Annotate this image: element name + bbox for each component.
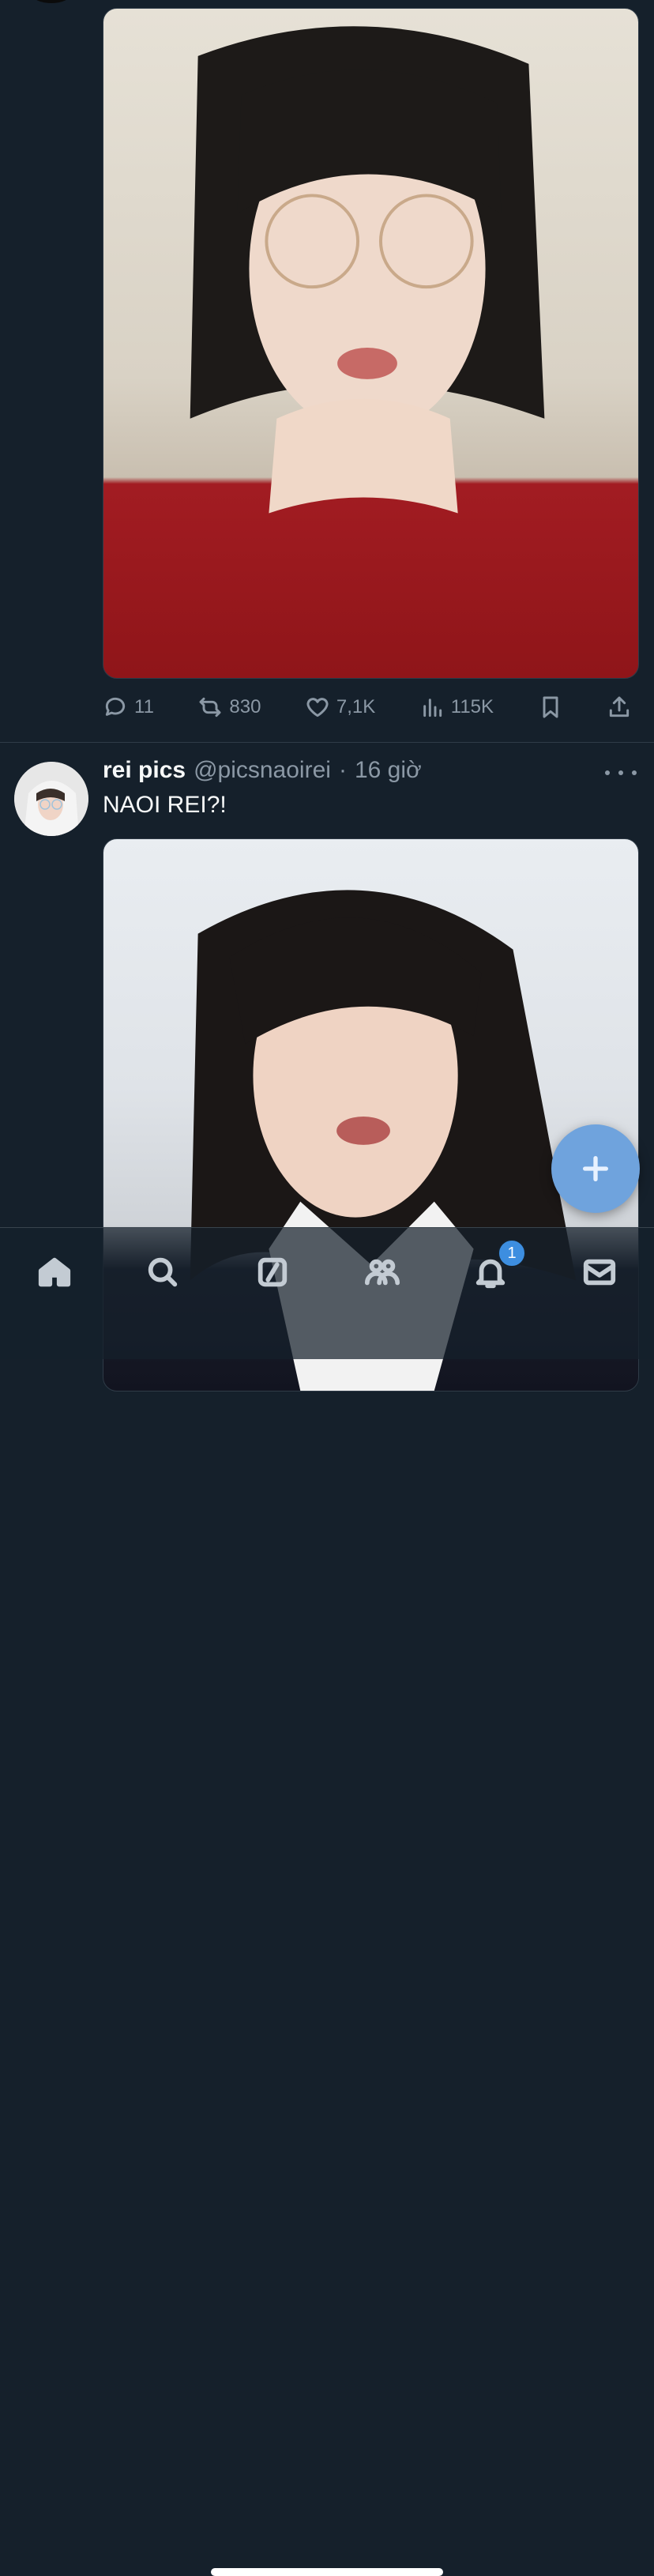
compose-button[interactable]: [551, 1124, 640, 1213]
views-button[interactable]: 115K: [419, 695, 494, 720]
tweet-timestamp[interactable]: 16 giờ: [355, 757, 422, 784]
bookmark-button[interactable]: [538, 695, 563, 720]
avatar[interactable]: [14, 762, 88, 836]
search-icon: [148, 1257, 178, 1287]
user-handle[interactable]: @picsnaoirei: [194, 757, 331, 784]
nav-messages[interactable]: [576, 1248, 623, 1296]
previous-tweet-avatar[interactable]: [32, 0, 71, 3]
grok-icon: [257, 1257, 288, 1287]
views-icon: [423, 699, 442, 717]
tweet-action-bar: 11 830 7,1K 115K: [103, 691, 632, 723]
nav-communities[interactable]: [359, 1248, 406, 1296]
like-button[interactable]: 7,1K: [305, 695, 375, 720]
reply-count: 11: [134, 696, 154, 717]
views-count: 115K: [450, 696, 494, 717]
more-options-button[interactable]: [605, 761, 637, 785]
reply-button[interactable]: 11: [103, 695, 154, 720]
share-button[interactable]: [607, 695, 632, 720]
like-count: 7,1K: [336, 696, 376, 717]
notification-badge: 1: [498, 1239, 526, 1267]
header-separator: ·: [338, 757, 347, 783]
communities-icon: [364, 1259, 400, 1286]
retweet-count: 830: [229, 696, 261, 717]
more-icon: [605, 770, 610, 775]
nav-home[interactable]: [31, 1248, 78, 1296]
photo-content: [190, 26, 545, 514]
tweet-header: rei pics @picsnaoirei · 16 giờ: [103, 757, 422, 789]
tweet-text: NAOI REI?!: [103, 792, 227, 818]
nav-search[interactable]: [139, 1248, 186, 1296]
retweet-button[interactable]: 830: [197, 695, 261, 720]
display-name[interactable]: rei pics: [103, 757, 186, 784]
compose-icon: [583, 1156, 608, 1181]
bookmark-icon: [543, 696, 558, 718]
tweet-photo-1[interactable]: [103, 8, 639, 679]
messages-icon: [583, 1259, 616, 1286]
timeline-feed[interactable]: 11 830 7,1K 115K rei pics @picsnaoirei ·…: [0, 0, 654, 2576]
bottom-navigation: 1: [0, 1227, 654, 2576]
home-icon: [38, 1257, 71, 1287]
reply-icon: [105, 697, 126, 716]
share-icon: [609, 696, 630, 717]
home-indicator[interactable]: [211, 2568, 443, 2576]
nav-grok[interactable]: [249, 1248, 296, 1296]
like-icon: [306, 698, 329, 717]
retweet-icon: [199, 697, 221, 717]
avatar-image: [14, 762, 88, 836]
tweet-divider: [0, 742, 654, 743]
